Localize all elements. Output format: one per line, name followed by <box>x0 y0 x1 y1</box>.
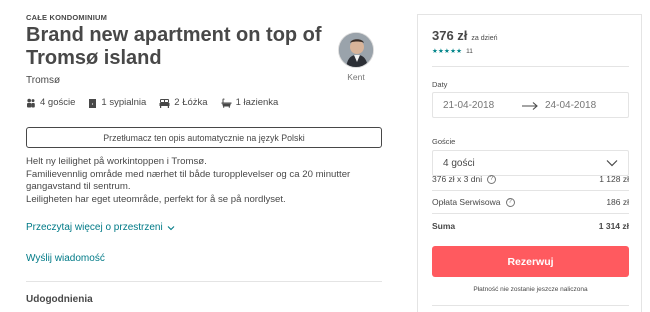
guests-select[interactable]: 4 gości <box>432 150 629 176</box>
total-label: Suma <box>432 221 456 231</box>
nights-line: 376 zł x 3 dni ? 1 128 zł <box>432 174 629 184</box>
service-fee-amount: 186 zł <box>606 197 629 207</box>
price-amount: 376 zł <box>432 28 468 43</box>
guests-icon <box>27 98 35 107</box>
bathrooms-count: 1 łazienka <box>221 97 279 108</box>
booking-panel: 376 zł za dzień ★★★★★ 11 Daty 21-04-2018… <box>417 14 642 312</box>
dates-label: Daty <box>432 80 448 89</box>
amenities-heading: Udogodnienia <box>26 294 93 305</box>
divider <box>432 66 629 67</box>
total-amount: 1 314 zł <box>598 221 629 231</box>
bedroom-icon <box>89 98 97 108</box>
checkout-date[interactable]: 24-04-2018 <box>545 100 596 111</box>
help-icon[interactable]: ? <box>487 174 497 184</box>
date-range-picker[interactable]: 21-04-2018 24-04-2018 <box>432 92 629 118</box>
read-more-link[interactable]: Przeczytaj więcej o przestrzeni <box>26 222 175 233</box>
bathroom-icon <box>221 97 232 108</box>
bed-icon <box>159 98 170 108</box>
host-profile[interactable]: Kent <box>336 32 376 82</box>
chevron-down-icon <box>606 160 618 167</box>
guests-label: Goście <box>432 137 456 146</box>
description-line: Familievennlig område med nærhet til båd… <box>26 168 351 193</box>
book-button[interactable]: Rezerwuj <box>432 246 629 277</box>
help-icon[interactable]: ? <box>505 197 515 207</box>
price-unit: za dzień <box>471 35 498 42</box>
divider <box>26 281 382 282</box>
host-avatar[interactable] <box>338 32 374 68</box>
listing-title: Brand new apartment on top of Tromsø isl… <box>26 24 322 69</box>
beds-count: 2 Łóżka <box>159 97 208 108</box>
divider <box>432 305 629 306</box>
payment-note: Płatność nie zostanie jeszcze naliczona <box>473 286 588 293</box>
star-icon: ★★★★★ <box>432 48 463 55</box>
total-line: Suma 1 314 zł <box>432 221 629 231</box>
translate-description-button[interactable]: Przetłumacz ten opis automatycznie na ję… <box>26 127 382 148</box>
review-count[interactable]: 11 <box>466 48 473 55</box>
arrow-right-icon <box>522 102 538 110</box>
nights-label: 376 zł x 3 dni <box>432 174 483 184</box>
description-line: Helt ny leilighet på workintoppen i Trom… <box>26 156 207 167</box>
nightly-price: 376 zł za dzień <box>432 28 498 43</box>
listing-description: Helt ny leilighet på workintoppen i Trom… <box>26 156 382 206</box>
rating[interactable]: ★★★★★ 11 <box>432 47 473 56</box>
description-line: Leiligheten har eget uteområde, perfekt … <box>26 193 286 205</box>
service-fee-label: Opłata Serwisowa <box>432 197 501 207</box>
guests-count: 4 goście <box>26 97 75 108</box>
nights-total: 1 128 zł <box>599 174 629 184</box>
bedrooms-count: 1 sypialnia <box>88 97 146 108</box>
amenities-summary: 4 goście 1 sypialnia 2 Łóżka 1 łazienka <box>26 97 291 108</box>
guests-value[interactable]: 4 gości <box>443 158 475 169</box>
checkin-date[interactable]: 21-04-2018 <box>443 100 494 111</box>
bathrooms-label: 1 łazienka <box>235 97 279 108</box>
divider <box>432 213 629 214</box>
host-name[interactable]: Kent <box>336 72 376 82</box>
chevron-down-icon <box>167 225 175 230</box>
service-fee-line: Opłata Serwisowa ? 186 zł <box>432 197 629 207</box>
listing-type: CAŁE KONDOMINIUM <box>26 13 108 22</box>
beds-label: 2 Łóżka <box>174 97 208 108</box>
read-more-label[interactable]: Przeczytaj więcej o przestrzeni <box>26 222 163 233</box>
bedrooms-label: 1 sypialnia <box>101 97 147 108</box>
contact-host-link[interactable]: Wyślij wiadomość <box>26 253 105 264</box>
listing-city[interactable]: Tromsø <box>26 75 60 86</box>
divider <box>432 190 629 191</box>
guests-label: 4 goście <box>40 97 76 108</box>
